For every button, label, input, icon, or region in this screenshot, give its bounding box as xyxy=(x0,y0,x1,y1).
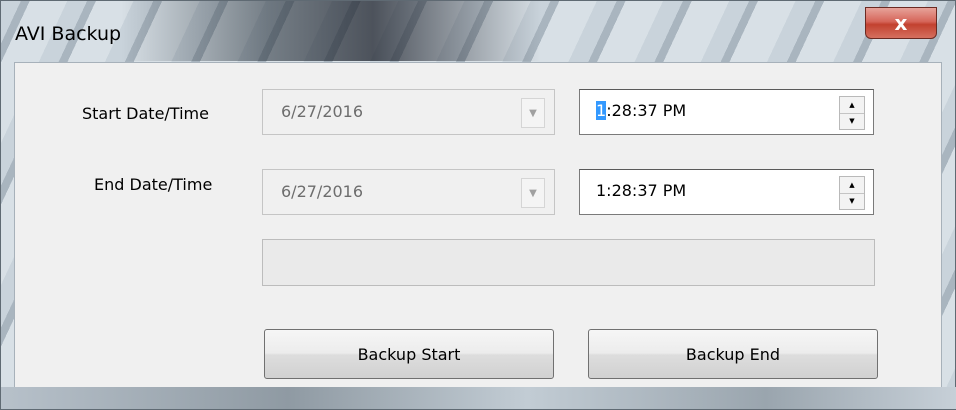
start-time-value: 1:28:37 PM xyxy=(596,101,686,120)
start-time-input[interactable]: 1:28:37 PM ▲ ▼ xyxy=(579,89,874,135)
start-time-rest: :28:37 PM xyxy=(606,101,687,120)
start-date-value: 6/27/2016 xyxy=(281,102,364,121)
window-title: AVI Backup xyxy=(15,23,122,45)
spin-down-icon[interactable]: ▼ xyxy=(840,113,864,129)
end-time-input[interactable]: 1:28:37 PM ▲ ▼ xyxy=(579,169,874,215)
dialog-client-area: Start Date/Time 6/27/2016 ▼ 1:28:37 PM ▲… xyxy=(14,62,942,395)
backup-start-button[interactable]: Backup Start xyxy=(264,329,554,379)
close-button[interactable]: x xyxy=(865,7,937,39)
spin-up-icon[interactable]: ▲ xyxy=(840,177,864,194)
spin-up-icon[interactable]: ▲ xyxy=(840,97,864,114)
end-time-spinner[interactable]: ▲ ▼ xyxy=(839,176,865,210)
end-datetime-label: End Date/Time xyxy=(94,175,213,194)
spin-down-icon[interactable]: ▼ xyxy=(840,193,864,209)
start-time-spinner[interactable]: ▲ ▼ xyxy=(839,96,865,130)
backup-progress-bar xyxy=(262,239,875,286)
end-time-value: 1:28:37 PM xyxy=(596,181,687,200)
end-date-picker[interactable]: 6/27/2016 ▼ xyxy=(262,169,555,215)
start-datetime-label: Start Date/Time xyxy=(82,104,209,123)
start-date-picker[interactable]: 6/27/2016 ▼ xyxy=(262,89,555,135)
end-date-value: 6/27/2016 xyxy=(281,182,364,201)
chevron-down-icon[interactable]: ▼ xyxy=(521,98,545,128)
close-icon: x xyxy=(894,11,908,35)
chevron-down-icon[interactable]: ▼ xyxy=(521,178,545,208)
start-time-hour-selected: 1 xyxy=(596,101,607,120)
backup-end-button[interactable]: Backup End xyxy=(588,329,878,379)
window-frame: AVI Backup x Start Date/Time 6/27/2016 ▼… xyxy=(0,0,956,410)
